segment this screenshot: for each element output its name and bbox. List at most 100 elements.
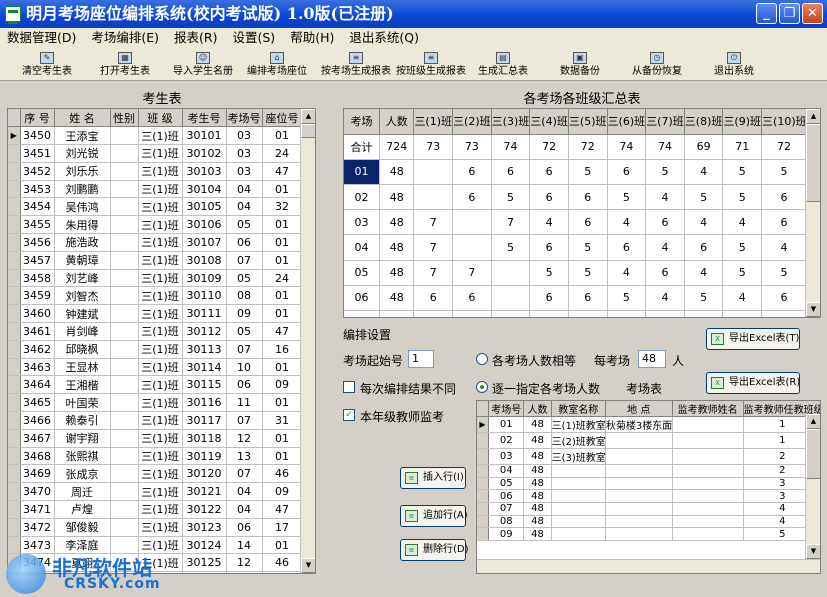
table-cell[interactable]: 30109: [182, 269, 227, 288]
table-cell[interactable]: [491, 285, 531, 312]
table-cell[interactable]: 6: [413, 285, 454, 312]
table-cell[interactable]: 6: [761, 184, 807, 211]
row-indicator[interactable]: [8, 393, 21, 413]
table-cell[interactable]: [110, 304, 139, 324]
table-cell[interactable]: 30123: [182, 518, 227, 537]
table-cell[interactable]: 张熙祺: [54, 447, 111, 466]
table-cell[interactable]: 01: [262, 447, 303, 466]
table-cell[interactable]: 72: [529, 134, 569, 160]
table-row[interactable]: 03 48 三(3)班教室 2: [477, 448, 820, 465]
table-row[interactable]: 05 48 7 7 5 5 4 6 4 5 5: [344, 260, 807, 286]
table-cell[interactable]: 4: [684, 209, 724, 236]
table-cell[interactable]: 7: [452, 260, 492, 286]
table-cell[interactable]: 04: [344, 234, 380, 261]
table-cell[interactable]: 02: [488, 432, 525, 449]
scroll-down-arrow[interactable]: ▼: [301, 558, 315, 573]
table-cell[interactable]: 6: [529, 285, 569, 312]
table-cell[interactable]: 三(1)班: [138, 126, 183, 146]
table-cell[interactable]: 6: [607, 310, 647, 317]
table-cell[interactable]: [551, 464, 606, 478]
table-cell[interactable]: 30107: [182, 233, 227, 252]
table-cell[interactable]: 47: [262, 322, 303, 341]
table-cell[interactable]: 5: [645, 159, 685, 186]
summary-button[interactable]: ▤ 生成汇总表: [474, 50, 532, 80]
table-cell[interactable]: 30114: [182, 358, 227, 377]
table-cell[interactable]: 6: [645, 209, 685, 236]
table-cell[interactable]: 07: [226, 411, 263, 430]
export-rooms-button[interactable]: X 导出Excel表(R): [706, 372, 800, 394]
table-row[interactable]: 02 48 6 5 6 6 5 4 5 5 6: [344, 184, 807, 211]
table-row[interactable]: 3455 朱用得 三(1)班 30106 05 01: [8, 215, 303, 235]
table-cell[interactable]: 6: [684, 234, 724, 261]
row-indicator[interactable]: [477, 477, 489, 491]
table-cell[interactable]: 08: [488, 515, 525, 529]
table-cell[interactable]: [110, 215, 139, 235]
table-cell[interactable]: 08: [226, 286, 263, 306]
table-cell[interactable]: 01: [262, 180, 303, 199]
table-cell[interactable]: 07: [226, 251, 263, 270]
table-cell[interactable]: 刘乐乐: [54, 162, 111, 181]
table-cell[interactable]: 3471: [20, 500, 55, 519]
table-cell[interactable]: 05: [226, 322, 263, 341]
table-cell[interactable]: 74: [607, 134, 647, 160]
row-indicator[interactable]: [8, 464, 21, 484]
table-cell[interactable]: 04: [488, 464, 525, 478]
table-cell[interactable]: [672, 432, 744, 449]
table-cell[interactable]: [529, 310, 569, 317]
table-cell[interactable]: 6: [529, 234, 569, 261]
table-row[interactable]: 3452 刘乐乐 三(1)班 30103 03 47: [8, 162, 303, 181]
row-indicator[interactable]: [8, 180, 21, 199]
table-row[interactable]: ▶ 01 48 三(1)班教室 秋菊楼3楼东面 1: [477, 416, 820, 433]
row-indicator[interactable]: [8, 251, 21, 270]
row-indicator[interactable]: ▶: [8, 126, 21, 146]
table-cell[interactable]: [110, 375, 139, 395]
table-cell[interactable]: 01: [262, 304, 303, 324]
table-cell[interactable]: 3: [568, 310, 608, 317]
table-cell[interactable]: 肖剑峰: [54, 322, 111, 341]
table-cell[interactable]: 04: [226, 197, 263, 217]
table-cell[interactable]: 10: [226, 358, 263, 377]
table-cell[interactable]: 4: [722, 285, 763, 312]
table-cell[interactable]: 5: [684, 184, 724, 211]
table-cell[interactable]: 6: [722, 310, 763, 317]
table-cell[interactable]: 5: [722, 184, 763, 211]
table-cell[interactable]: 谢宇翔: [54, 429, 111, 448]
table-cell[interactable]: [491, 260, 531, 286]
row-indicator[interactable]: [477, 489, 489, 504]
table-cell[interactable]: 72: [568, 134, 608, 160]
table-cell[interactable]: 3455: [20, 215, 55, 235]
table-cell[interactable]: 4: [607, 209, 647, 236]
table-cell[interactable]: 7: [413, 209, 454, 236]
table-cell[interactable]: 5: [722, 260, 763, 286]
scroll-thumb[interactable]: [301, 124, 315, 138]
row-indicator[interactable]: [477, 464, 489, 478]
table-cell[interactable]: 4: [761, 234, 807, 261]
row-indicator[interactable]: [8, 429, 21, 448]
table-cell[interactable]: [110, 251, 139, 270]
report-by-class-button[interactable]: ≡ 按班级生成报表: [394, 50, 468, 80]
table-cell[interactable]: 30116: [182, 393, 227, 413]
backup-button[interactable]: ▣ 数据备份: [556, 50, 604, 80]
table-cell[interactable]: 01: [262, 393, 303, 413]
table-cell[interactable]: 3456: [20, 233, 55, 252]
table-cell[interactable]: [110, 447, 139, 466]
table-row[interactable]: 3472 邹俊毅 三(1)班 30123 06 17: [8, 518, 303, 537]
equal-count-radio[interactable]: [476, 353, 488, 365]
scroll-thumb[interactable]: [806, 124, 820, 202]
table-cell[interactable]: 三(1)班: [138, 411, 183, 430]
table-cell[interactable]: 3464: [20, 375, 55, 395]
maximize-button[interactable]: ❐: [779, 3, 800, 24]
table-cell[interactable]: 6: [607, 234, 647, 261]
table-cell[interactable]: 三(1)班: [138, 286, 183, 306]
table-cell[interactable]: 03: [226, 126, 263, 146]
table-cell[interactable]: 06: [488, 489, 525, 504]
table-cell[interactable]: 48: [523, 527, 552, 542]
row-indicator[interactable]: [477, 401, 489, 417]
table-cell[interactable]: 7: [413, 310, 454, 317]
table-cell[interactable]: [110, 322, 139, 341]
table-cell[interactable]: 73: [413, 134, 454, 160]
table-cell[interactable]: 05: [488, 477, 525, 491]
table-cell[interactable]: 3461: [20, 322, 55, 341]
table-cell[interactable]: 05: [226, 215, 263, 235]
table-cell[interactable]: [605, 464, 673, 478]
